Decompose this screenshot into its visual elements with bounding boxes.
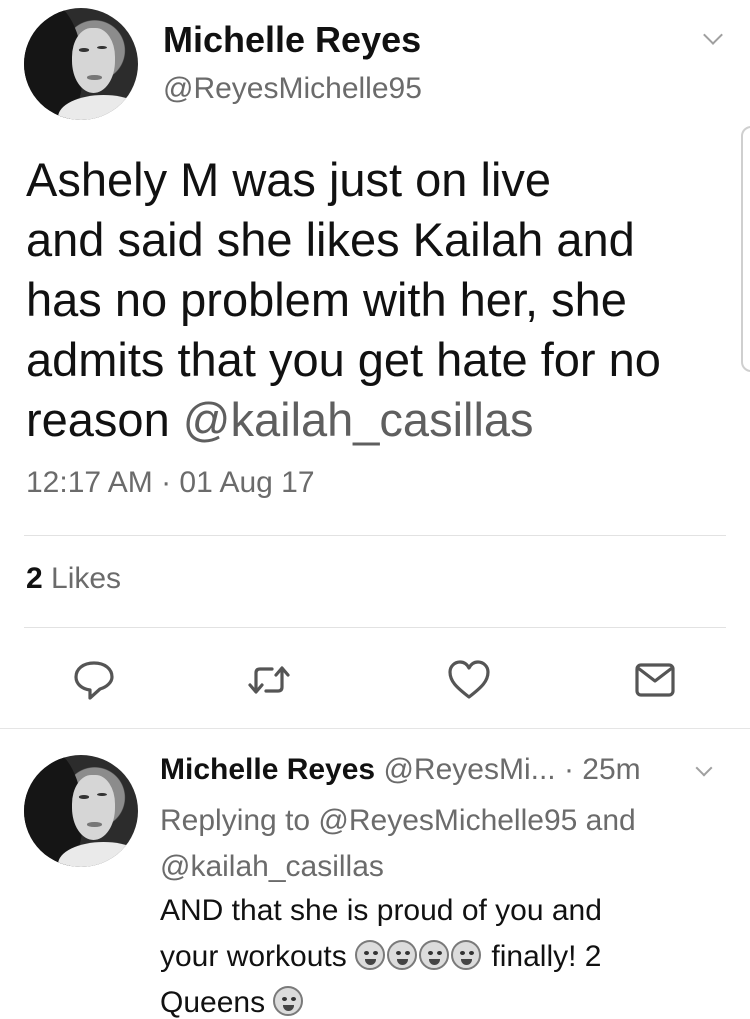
praying-face-icon	[451, 940, 482, 970]
likes-label: Likes	[42, 562, 122, 595]
mention-link[interactable]: @kailah_casillas	[183, 393, 534, 446]
reply-header: Michelle Reyes @ReyesMi... · 25m	[160, 753, 641, 787]
avatar[interactable]	[24, 8, 138, 120]
heart-icon[interactable]	[446, 657, 492, 703]
praying-face-icon	[419, 940, 450, 970]
dizzy-face-icon	[273, 986, 304, 1016]
reply-text-fragment: finally! 2	[483, 940, 602, 973]
divider	[24, 627, 726, 628]
mention-link[interactable]: @kailah_casillas	[160, 844, 720, 890]
tweet-text: Ashely M was just on live and said she l…	[26, 150, 736, 450]
message-icon[interactable]	[632, 657, 678, 703]
author-name[interactable]: Michelle Reyes	[160, 753, 375, 786]
scrollbar[interactable]	[741, 126, 750, 372]
tweet-text-line: has no problem with her, she	[26, 273, 627, 326]
tweet-text-line: admits that you get hate for no	[26, 333, 661, 386]
reply-icon[interactable]	[71, 657, 117, 703]
avatar[interactable]	[24, 755, 138, 867]
reply-text-line: your workouts finally! 2	[160, 934, 720, 980]
replying-to-line: Replying to @ReyesMichelle95 and	[160, 804, 636, 837]
chevron-down-icon[interactable]	[703, 25, 723, 45]
tweet-timestamp: 12:17 AM · 01 Aug 17	[26, 466, 315, 499]
chevron-down-icon[interactable]	[695, 759, 713, 777]
likes-count[interactable]: 2 Likes	[26, 562, 121, 596]
tweet-text-line: reason @kailah_casillas	[26, 390, 736, 450]
reply-text: AND that she is proud of you and your wo…	[160, 888, 720, 1019]
tweet-text-fragment: reason	[26, 393, 183, 446]
crying-face-icon	[387, 940, 418, 970]
crying-face-icon	[355, 940, 386, 970]
divider	[24, 535, 726, 536]
reply-text-fragment: your workouts	[160, 940, 356, 973]
reply-text-line: Queens	[160, 980, 720, 1019]
reply-text-fragment: Queens	[160, 986, 274, 1019]
main-tweet: Michelle Reyes @ReyesMichelle95 Ashely M…	[0, 0, 750, 728]
reply-meta: @ReyesMi... · 25m	[375, 753, 641, 786]
reply-text-line: AND that she is proud of you and	[160, 894, 602, 927]
tweet-text-line: Ashely M was just on live	[26, 153, 552, 206]
author-handle[interactable]: @ReyesMichelle95	[163, 72, 422, 106]
likes-number: 2	[26, 562, 43, 595]
divider	[0, 728, 750, 729]
replying-to: Replying to @ReyesMichelle95 and @kailah…	[160, 798, 720, 890]
retweet-icon[interactable]	[246, 657, 292, 703]
tweet-text-line: and said she likes Kailah and	[26, 213, 635, 266]
tweet-detail-page: Michelle Reyes @ReyesMichelle95 Ashely M…	[0, 0, 750, 1019]
author-name[interactable]: Michelle Reyes	[163, 19, 421, 61]
